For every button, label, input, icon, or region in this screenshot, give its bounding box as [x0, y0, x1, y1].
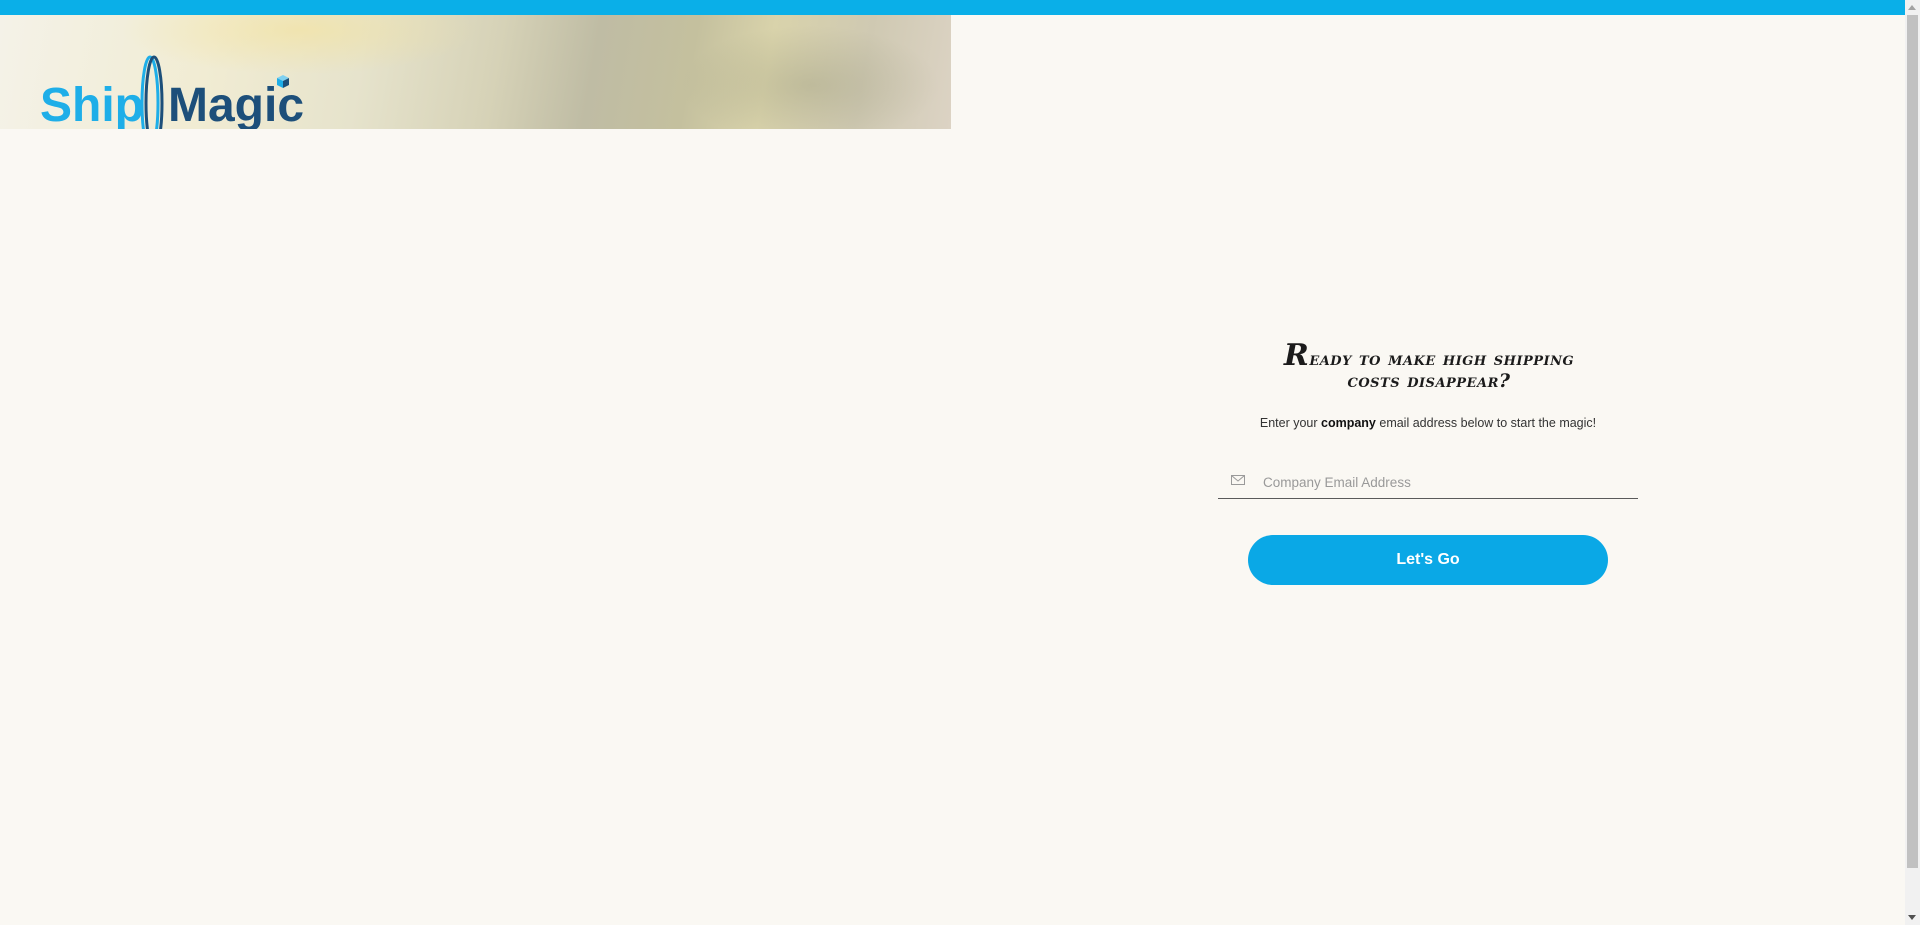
vertical-scrollbar[interactable]: [1905, 0, 1920, 925]
subtitle-text-before: Enter your: [1259, 416, 1321, 430]
scrollbar-thumb[interactable]: [1907, 15, 1918, 868]
company-email-input[interactable]: [1263, 470, 1633, 494]
hero-banner: Ship Magic: [0, 15, 951, 129]
subtitle-emphasis: company: [1321, 416, 1376, 430]
scroll-down-arrow-icon[interactable]: [1905, 910, 1920, 925]
lets-go-button[interactable]: Let's Go: [1248, 535, 1608, 585]
svg-text:Ship: Ship: [40, 79, 144, 129]
scroll-up-arrow-icon[interactable]: [1905, 0, 1920, 15]
signup-subtitle: Enter your company email address below t…: [1200, 416, 1656, 430]
signup-headline: Ready to make high shipping costs disapp…: [1214, 338, 1644, 392]
headline-line-2: costs disappear?: [1347, 370, 1511, 392]
shipmagic-logo: Ship Magic: [40, 55, 304, 129]
envelope-icon: [1231, 475, 1245, 485]
signup-panel: Ready to make high shipping costs disapp…: [1200, 338, 1656, 585]
top-accent-bar: [0, 0, 1905, 15]
headline-line-1: Ready to make high shipping: [1283, 338, 1575, 373]
subtitle-text-after: email address below to start the magic!: [1375, 416, 1597, 430]
email-field-row: [1218, 470, 1638, 499]
